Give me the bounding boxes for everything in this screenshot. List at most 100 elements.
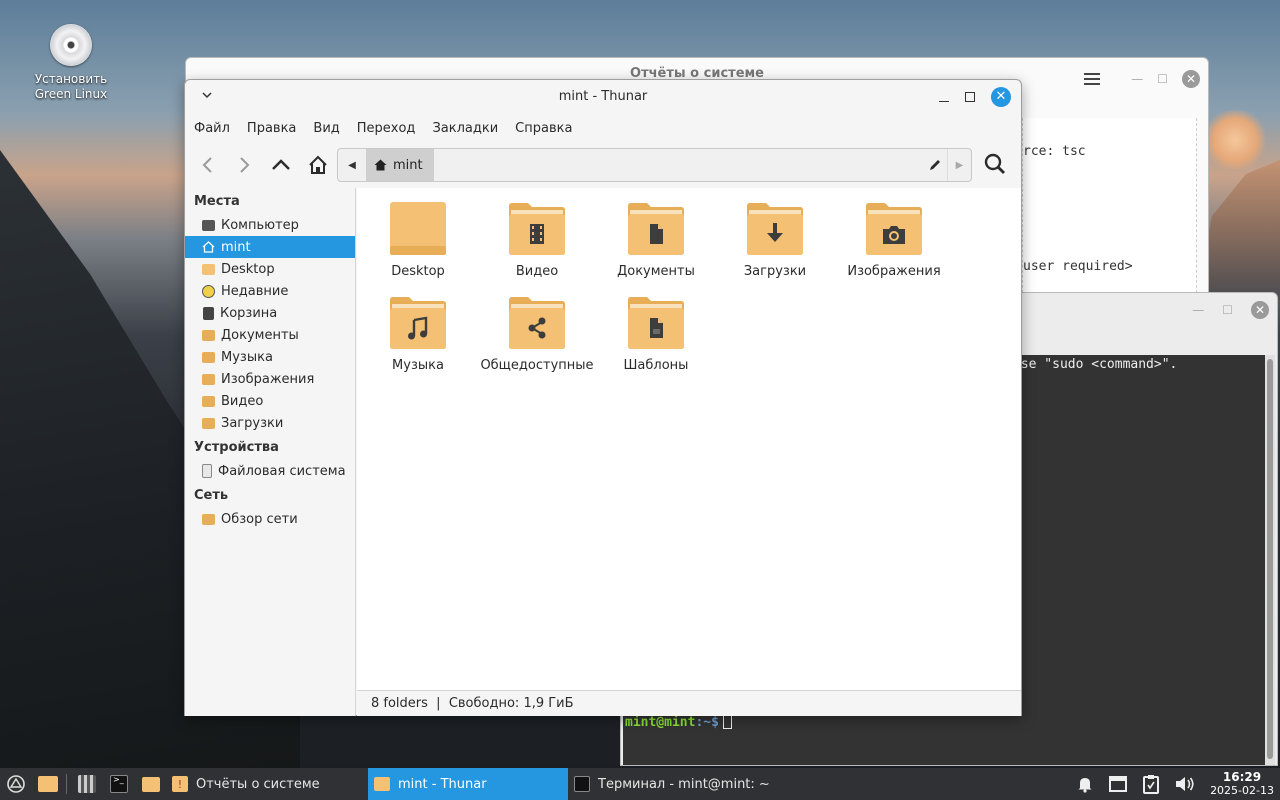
- terminal-text-line: use "sudo <command>".: [1013, 357, 1178, 372]
- folder-downloads-icon: [747, 203, 803, 255]
- thunar-titlebar[interactable]: mint - Thunar ✕: [185, 80, 1021, 116]
- task-label: Терминал - mint@mint: ~: [598, 776, 770, 792]
- app-grid-launcher[interactable]: [78, 768, 98, 800]
- sidebar-item-documents[interactable]: Документы: [185, 324, 355, 346]
- sidebar-item-network[interactable]: Обзор сети: [185, 508, 355, 530]
- forward-button[interactable]: [231, 152, 257, 178]
- trash-icon: [203, 306, 214, 320]
- folder-item-music[interactable]: Музыка: [359, 296, 477, 373]
- task-thunar[interactable]: mint - Thunar: [368, 768, 568, 800]
- desktop-icon-label-1: Установить: [34, 72, 108, 86]
- clock-time: 16:29: [1222, 770, 1262, 784]
- wallpaper-cloud: [1205, 110, 1265, 170]
- menu-view[interactable]: Вид: [304, 118, 347, 142]
- sidebar-item-label: mint: [221, 239, 251, 255]
- folder-item-desktop[interactable]: Desktop: [359, 202, 477, 279]
- whisker-menu-button[interactable]: [4, 768, 28, 800]
- maximize-button[interactable]: ☐: [1157, 72, 1168, 86]
- folder-label: Desktop: [391, 264, 445, 279]
- folder-item-documents[interactable]: Документы: [597, 202, 715, 279]
- menu-edit[interactable]: Правка: [238, 118, 304, 142]
- edit-path-icon[interactable]: [927, 157, 943, 173]
- taskbar: >_ ! Отчёты о системе mint - Thunar Терм…: [0, 768, 1280, 800]
- desktop-install-launcher[interactable]: Установить Green Linux: [28, 22, 114, 102]
- folder-videos-icon: [509, 203, 565, 255]
- folder-icon: [390, 202, 446, 255]
- sidebar-item-computer[interactable]: Компьютер: [185, 214, 355, 236]
- clipboard-icon[interactable]: [1142, 774, 1160, 794]
- sidebar-item-videos[interactable]: Видео: [185, 390, 355, 412]
- sidebar-item-recent[interactable]: Недавние: [185, 280, 355, 302]
- thunar-window[interactable]: mint - Thunar ✕ Файл Правка Вид Переход …: [184, 79, 1022, 716]
- volume-icon[interactable]: [1174, 775, 1196, 793]
- breadcrumb-home[interactable]: mint: [366, 149, 434, 181]
- folder-item-downloads[interactable]: Загрузки: [716, 202, 834, 279]
- menu-go[interactable]: Переход: [348, 118, 424, 142]
- close-button[interactable]: ✕: [1182, 70, 1200, 88]
- sidebar-item-label: Документы: [221, 327, 299, 343]
- sidebar-item-pictures[interactable]: Изображения: [185, 368, 355, 390]
- workspace-icon[interactable]: [1108, 775, 1128, 793]
- folder-item-videos[interactable]: Видео: [478, 202, 596, 279]
- maximize-button[interactable]: [965, 92, 975, 102]
- search-button[interactable]: [983, 152, 1009, 178]
- folder-downloads-icon: [202, 417, 215, 429]
- folder-icon: [202, 263, 215, 275]
- folder-icon: [374, 777, 390, 791]
- folder-music-icon: [202, 351, 215, 363]
- maximize-button[interactable]: ☐: [1222, 303, 1233, 317]
- folder-item-templates[interactable]: Шаблоны: [597, 296, 715, 373]
- back-arrow-icon: [202, 157, 212, 173]
- terminal-launcher[interactable]: >_: [110, 768, 130, 800]
- up-arrow-icon: [272, 159, 290, 170]
- sidebar-item-desktop[interactable]: Desktop: [185, 258, 355, 280]
- minimize-button[interactable]: [939, 92, 949, 102]
- sidebar-item-trash[interactable]: Корзина: [185, 302, 355, 324]
- home-small-icon: [374, 159, 387, 171]
- files-launcher[interactable]: [38, 768, 58, 800]
- sidebar-item-home[interactable]: mint: [185, 236, 355, 258]
- system-tray: 16:29 2025-02-13: [1076, 768, 1280, 800]
- minimize-button[interactable]: —: [1192, 303, 1204, 317]
- folder-item-pictures[interactable]: Изображения: [835, 202, 953, 279]
- location-bar: ◀ mint ▶: [337, 148, 972, 182]
- sidebar-item-label: Видео: [221, 393, 264, 409]
- files-launcher-2[interactable]: [142, 768, 162, 800]
- clock[interactable]: 16:29 2025-02-13: [1210, 770, 1274, 798]
- minimize-button[interactable]: —: [1131, 72, 1143, 86]
- sidebar-item-downloads[interactable]: Загрузки: [185, 412, 355, 434]
- forward-arrow-icon: [240, 157, 250, 173]
- folder-item-public[interactable]: Общедоступные: [478, 296, 596, 373]
- sidebar-item-label: Изображения: [221, 371, 315, 387]
- path-scroll-left-icon[interactable]: ◀: [338, 149, 366, 181]
- menu-bookmarks[interactable]: Закладки: [423, 118, 506, 142]
- parent-folder-button[interactable]: [268, 152, 294, 178]
- folder-pictures-icon: [866, 203, 922, 255]
- task-reports[interactable]: ! Отчёты о системе: [166, 768, 366, 800]
- path-scroll-right-icon[interactable]: ▶: [947, 149, 971, 181]
- hamburger-menu-icon[interactable]: [1084, 73, 1100, 85]
- back-button[interactable]: [195, 152, 221, 178]
- menu-help[interactable]: Справка: [506, 118, 580, 142]
- menu-file[interactable]: Файл: [185, 118, 238, 142]
- folder-documents-icon: [628, 203, 684, 255]
- sidebar-item-music[interactable]: Музыка: [185, 346, 355, 368]
- file-view[interactable]: Desktop Видео Документы Загрузки Изображ…: [357, 188, 1021, 690]
- app-menu-icon: [7, 775, 25, 793]
- status-bar: 8 folders | Свободно: 1,9 ГиБ: [357, 690, 1021, 716]
- folder-label: Загрузки: [743, 264, 807, 279]
- sidebar-item-filesystem[interactable]: Файловая система: [185, 460, 355, 482]
- task-terminal[interactable]: Терминал - mint@mint: ~: [568, 768, 788, 800]
- search-icon: [984, 153, 1005, 174]
- notification-bell-icon[interactable]: [1076, 775, 1094, 793]
- sidebar-item-label: Недавние: [221, 283, 289, 299]
- terminal-prompt: mint@mint:~$: [625, 714, 732, 730]
- sidebar-item-label: Компьютер: [221, 217, 299, 233]
- folder-videos-icon: [202, 395, 215, 407]
- terminal-scrollbar[interactable]: [1265, 355, 1275, 765]
- close-button[interactable]: ✕: [1251, 301, 1269, 319]
- close-button[interactable]: ✕: [991, 87, 1011, 107]
- home-button[interactable]: [305, 152, 331, 178]
- reports-text-line: user required>: [1023, 259, 1133, 274]
- prompt-path: :~$: [695, 715, 719, 730]
